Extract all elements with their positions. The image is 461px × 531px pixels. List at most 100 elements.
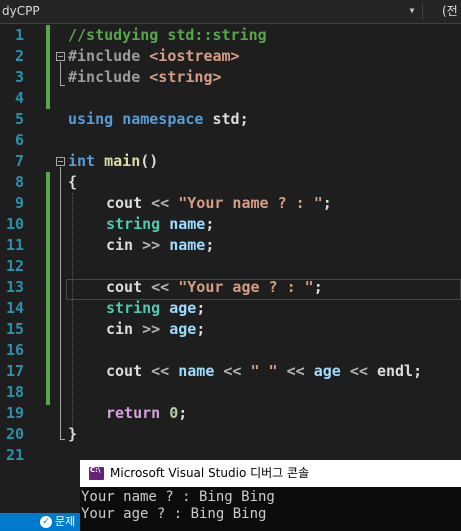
keyword: return bbox=[106, 404, 161, 422]
line-number: 18 bbox=[5, 383, 24, 401]
include-header: <iostream> bbox=[149, 47, 240, 65]
status-bar: ✓ 문제 bbox=[0, 513, 80, 531]
project-name: dyCPP bbox=[2, 4, 40, 18]
identifier: cout bbox=[106, 194, 143, 212]
line-number: 9 bbox=[14, 194, 24, 212]
console-output-line: Your name ? : Bing Bing bbox=[81, 489, 275, 505]
brace: { bbox=[68, 173, 78, 191]
fold-region-line bbox=[60, 62, 61, 86]
line-number: 5 bbox=[14, 110, 24, 128]
code-line: cout << name << " " << age << endl; bbox=[106, 361, 422, 382]
line-number: 7 bbox=[14, 152, 24, 170]
string-literal: " " bbox=[250, 362, 278, 380]
operator: << bbox=[223, 362, 242, 380]
variable: name bbox=[169, 236, 206, 254]
preprocessor-directive: #include bbox=[68, 47, 141, 65]
code-line: cout << "Your age ? : "; bbox=[106, 277, 323, 298]
navbar-divider bbox=[422, 3, 423, 20]
variable: name bbox=[169, 215, 206, 233]
include-header: <string> bbox=[149, 68, 222, 86]
keyword: namespace bbox=[122, 110, 204, 128]
operator: << bbox=[151, 194, 170, 212]
operator: >> bbox=[142, 320, 161, 338]
identifier: cin bbox=[106, 320, 134, 338]
line-number: 4 bbox=[14, 89, 24, 107]
identifier: cout bbox=[106, 278, 143, 296]
punctuation: ; bbox=[205, 215, 215, 233]
punctuation: ; bbox=[196, 320, 206, 338]
fold-region-end bbox=[60, 85, 65, 86]
line-number: 6 bbox=[14, 131, 24, 149]
type-name: string bbox=[106, 215, 161, 233]
change-bar bbox=[46, 25, 50, 109]
code-line: cout << "Your name ? : "; bbox=[106, 193, 332, 214]
line-number: 11 bbox=[5, 236, 24, 254]
line-number: 21 bbox=[5, 446, 24, 464]
line-number: 19 bbox=[5, 404, 24, 422]
line-number: 16 bbox=[5, 341, 24, 359]
operator: << bbox=[349, 362, 368, 380]
console-titlebar[interactable]: Microsoft Visual Studio 디버그 콘솔 bbox=[80, 460, 461, 487]
variable: age bbox=[313, 362, 341, 380]
code-line: #include <string> bbox=[68, 67, 222, 88]
line-number: 13 bbox=[5, 278, 24, 296]
preprocessor-directive: #include bbox=[68, 68, 141, 86]
line-number: 20 bbox=[5, 425, 24, 443]
keyword: int bbox=[68, 152, 96, 170]
change-bar bbox=[46, 172, 50, 405]
line-number: 8 bbox=[14, 173, 24, 191]
operator: << bbox=[286, 362, 305, 380]
fold-region-line bbox=[60, 167, 61, 440]
operator: >> bbox=[142, 236, 161, 254]
check-circle-icon[interactable]: ✓ bbox=[40, 516, 52, 528]
comment: //studying std::string bbox=[68, 26, 267, 44]
identifier: endl bbox=[376, 362, 414, 380]
indent-guide bbox=[72, 193, 73, 429]
code-line: cin >> age; bbox=[106, 319, 205, 340]
problems-indicator[interactable]: 문제 bbox=[55, 513, 75, 531]
line-number: 2 bbox=[14, 47, 24, 65]
variable: age bbox=[169, 299, 197, 317]
code-line: #include <iostream> bbox=[68, 46, 240, 67]
code-line: int main() bbox=[68, 151, 158, 172]
line-number: 17 bbox=[5, 362, 24, 380]
function-name: main bbox=[104, 152, 141, 170]
code-line: //studying std::string bbox=[68, 25, 267, 46]
scope-dropdown[interactable]: (전 bbox=[442, 0, 458, 23]
code-line: return 0; bbox=[106, 403, 187, 424]
punctuation: ; bbox=[313, 278, 323, 296]
collapse-toggle-icon[interactable] bbox=[56, 157, 65, 166]
line-number: 10 bbox=[5, 215, 24, 233]
console-output-line: Your age ? : Bing Bing bbox=[81, 506, 267, 522]
line-number: 12 bbox=[5, 257, 24, 275]
punctuation: ; bbox=[178, 404, 188, 422]
punctuation: ; bbox=[205, 236, 215, 254]
code-line: using namespace std; bbox=[68, 109, 249, 130]
debug-console-window[interactable]: Microsoft Visual Studio 디버그 콘솔 Your name… bbox=[80, 460, 461, 531]
collapse-toggle-icon[interactable] bbox=[56, 52, 65, 61]
punctuation: ; bbox=[413, 362, 423, 380]
namespace-name: std; bbox=[212, 110, 249, 128]
variable: age bbox=[169, 320, 197, 338]
navigation-bar: dyCPP ▼ (전 bbox=[0, 0, 461, 24]
line-number: 3 bbox=[14, 68, 24, 86]
console-title: Microsoft Visual Studio 디버그 콘솔 bbox=[110, 466, 310, 480]
code-line: string name; bbox=[106, 214, 214, 235]
line-number: 1 bbox=[14, 26, 24, 44]
number-literal: 0 bbox=[169, 404, 179, 422]
line-number: 15 bbox=[5, 320, 24, 338]
project-dropdown[interactable]: dyCPP bbox=[0, 0, 422, 23]
code-line: } bbox=[68, 424, 77, 445]
punctuation: () bbox=[140, 152, 159, 170]
string-literal: "Your name ? : " bbox=[178, 194, 323, 212]
code-line: { bbox=[68, 172, 77, 193]
operator: << bbox=[151, 362, 170, 380]
identifier: cout bbox=[106, 362, 143, 380]
string-literal: "Your age ? : " bbox=[178, 278, 314, 296]
fold-region-end bbox=[60, 439, 65, 440]
punctuation: ; bbox=[322, 194, 332, 212]
console-app-icon bbox=[89, 466, 104, 480]
chevron-down-icon[interactable]: ▼ bbox=[407, 6, 417, 16]
code-line: string age; bbox=[106, 298, 205, 319]
variable: name bbox=[178, 362, 215, 380]
